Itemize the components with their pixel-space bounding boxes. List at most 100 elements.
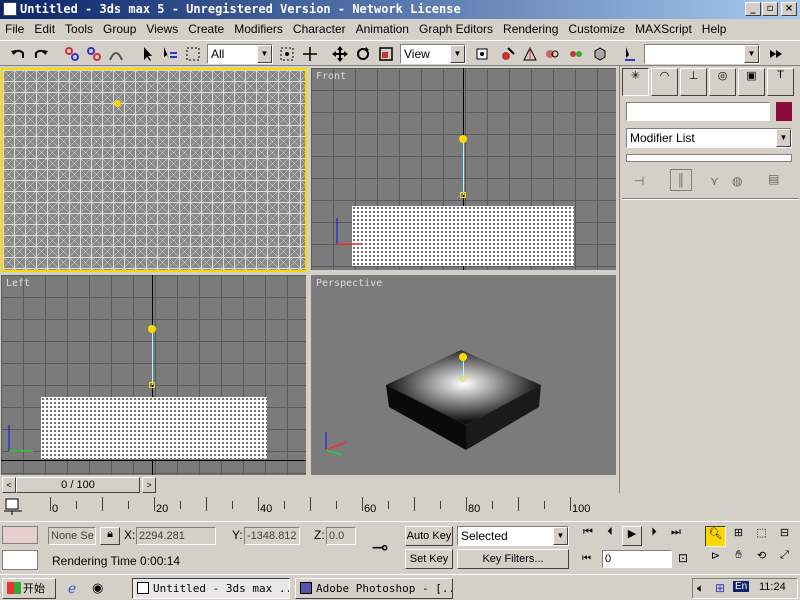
select-object-icon[interactable]: [138, 44, 158, 64]
window-crossing-icon[interactable]: [277, 44, 297, 64]
hierarchy-tab-icon[interactable]: ⊥: [680, 68, 707, 96]
lock-selection-icon[interactable]: 🔒︎: [100, 527, 120, 545]
menu-customize[interactable]: Customize: [563, 22, 630, 36]
x-coordinate-field[interactable]: 2294.281: [136, 527, 216, 545]
set-key-button[interactable]: Set Key: [405, 549, 453, 569]
select-move-icon[interactable]: [330, 44, 350, 64]
material-editor-icon[interactable]: [566, 44, 586, 64]
menu-animation[interactable]: Animation: [351, 22, 414, 36]
next-frame-icon[interactable]: ⏵︎: [644, 526, 664, 546]
menu-tools[interactable]: Tools: [60, 22, 98, 36]
create-tab-icon[interactable]: ✳: [622, 68, 649, 96]
select-move-icon[interactable]: [300, 44, 320, 64]
render-type-dropdown[interactable]: ▼: [644, 44, 760, 64]
key-mode-dropdown[interactable]: Selected ▼: [457, 526, 569, 546]
display-tab-icon[interactable]: ▣: [738, 68, 765, 96]
menu-maxscript[interactable]: MAXScript: [630, 22, 697, 36]
modifier-stack[interactable]: [626, 154, 792, 162]
viewport-front[interactable]: Front: [311, 68, 616, 270]
undo-icon[interactable]: [8, 44, 28, 64]
taskbar-photoshop[interactable]: Adobe Photoshop - [...: [295, 578, 453, 599]
render-scene-icon[interactable]: [590, 44, 610, 64]
media-player-icon[interactable]: ◉: [92, 580, 103, 596]
menu-group[interactable]: Group: [98, 22, 141, 36]
menu-file[interactable]: File: [0, 22, 29, 36]
zoom-all-icon[interactable]: ⊞: [728, 526, 749, 547]
volume-icon[interactable]: 🔈︎: [697, 581, 704, 596]
time-next-button[interactable]: >: [142, 477, 156, 493]
mirror-icon[interactable]: [520, 44, 540, 64]
minimize-button[interactable]: _: [745, 2, 761, 16]
current-frame-field[interactable]: 0: [602, 550, 672, 568]
menu-character[interactable]: Character: [288, 22, 351, 36]
pivot-center-icon[interactable]: [472, 44, 492, 64]
field-of-view-icon[interactable]: ⊳: [705, 549, 726, 570]
selection-filter-dropdown[interactable]: All ▼: [207, 44, 273, 64]
box-object[interactable]: [352, 206, 574, 266]
viewport-perspective[interactable]: Perspective: [311, 275, 616, 475]
redo-icon[interactable]: [31, 44, 51, 64]
close-button[interactable]: ×: [781, 2, 797, 16]
time-slider-thumb[interactable]: 0 / 100: [16, 477, 140, 493]
menu-views[interactable]: Views: [141, 22, 183, 36]
select-rotate-icon[interactable]: [353, 44, 373, 64]
script-mini-listener[interactable]: [2, 550, 38, 570]
utilities-tab-icon[interactable]: T: [767, 68, 794, 96]
select-by-name-icon[interactable]: [160, 44, 180, 64]
reference-coordinate-dropdown[interactable]: View ▼: [400, 44, 466, 64]
zoom-extents-all-icon[interactable]: ⊟: [774, 526, 795, 547]
play-icon[interactable]: ▶: [622, 526, 642, 546]
pin-stack-icon[interactable]: ⊣: [634, 174, 644, 188]
max-script-listener[interactable]: [2, 526, 38, 544]
object-color-swatch[interactable]: [776, 102, 792, 121]
box-object[interactable]: [41, 397, 267, 459]
key-filters-button[interactable]: Key Filters...: [457, 549, 569, 569]
time-slider-track[interactable]: < 0 / 100 >: [0, 475, 157, 495]
menu-modifiers[interactable]: Modifiers: [229, 22, 288, 36]
language-indicator[interactable]: En: [733, 581, 750, 592]
start-button[interactable]: 开始: [2, 578, 56, 599]
make-unique-icon[interactable]: ⋎: [710, 174, 719, 188]
configure-modifier-sets-icon[interactable]: ▤: [768, 172, 779, 186]
show-end-result-icon[interactable]: ║: [670, 169, 692, 191]
track-bar[interactable]: 0 20 40 60 80 100: [50, 497, 615, 519]
time-prev-button[interactable]: <: [2, 477, 16, 493]
previous-frame-icon[interactable]: ⏴︎: [600, 526, 620, 546]
remove-modifier-icon[interactable]: ◍: [732, 174, 742, 188]
arc-rotate-icon[interactable]: ⟲: [751, 549, 772, 570]
viewport-left[interactable]: Left: [1, 275, 306, 475]
select-scale-icon[interactable]: [376, 44, 396, 64]
taskbar-3dsmax[interactable]: Untitled - 3ds max ...: [132, 578, 290, 599]
quick-render-icon[interactable]: [620, 44, 640, 64]
select-manipulate-icon[interactable]: [498, 44, 518, 64]
key-mode-icon[interactable]: ⊸: [360, 525, 400, 571]
go-to-start-icon[interactable]: ⏮︎: [578, 526, 598, 546]
rectangular-selection-icon[interactable]: [183, 44, 203, 64]
modifier-list-dropdown[interactable]: Modifier List ▼: [626, 128, 792, 148]
object-name-field[interactable]: [626, 102, 770, 121]
zoom-icon[interactable]: 🔍︎: [705, 526, 726, 547]
pan-icon[interactable]: ✋︎: [728, 549, 749, 570]
trackbar-icon[interactable]: [2, 497, 32, 519]
select-link-icon[interactable]: [62, 44, 82, 64]
go-to-end-icon[interactable]: ⏭︎: [666, 526, 686, 546]
unlink-icon[interactable]: [84, 44, 104, 64]
maximize-viewport-icon[interactable]: ⤢: [774, 549, 795, 570]
menu-help[interactable]: Help: [697, 22, 732, 36]
align-icon[interactable]: [542, 44, 562, 64]
z-coordinate-field[interactable]: 0.0: [326, 527, 356, 545]
auto-key-button[interactable]: Auto Key: [405, 526, 453, 546]
menu-edit[interactable]: Edit: [29, 22, 60, 36]
maximize-button[interactable]: ▫: [762, 2, 778, 16]
motion-tab-icon[interactable]: ◎: [709, 68, 736, 96]
menu-rendering[interactable]: Rendering: [498, 22, 563, 36]
network-icon[interactable]: ⊞: [715, 581, 725, 595]
menu-graph-editors[interactable]: Graph Editors: [414, 22, 498, 36]
viewport-top[interactable]: [1, 68, 307, 272]
zoom-extents-icon[interactable]: ⬚: [751, 526, 772, 547]
time-config-icon[interactable]: ⊡: [678, 551, 688, 565]
bind-space-warp-icon[interactable]: [106, 44, 126, 64]
render-last-icon[interactable]: [766, 44, 786, 64]
y-coordinate-field[interactable]: -1348.812: [244, 527, 300, 545]
key-mode-toggle-icon[interactable]: ⏮︎: [582, 553, 591, 564]
